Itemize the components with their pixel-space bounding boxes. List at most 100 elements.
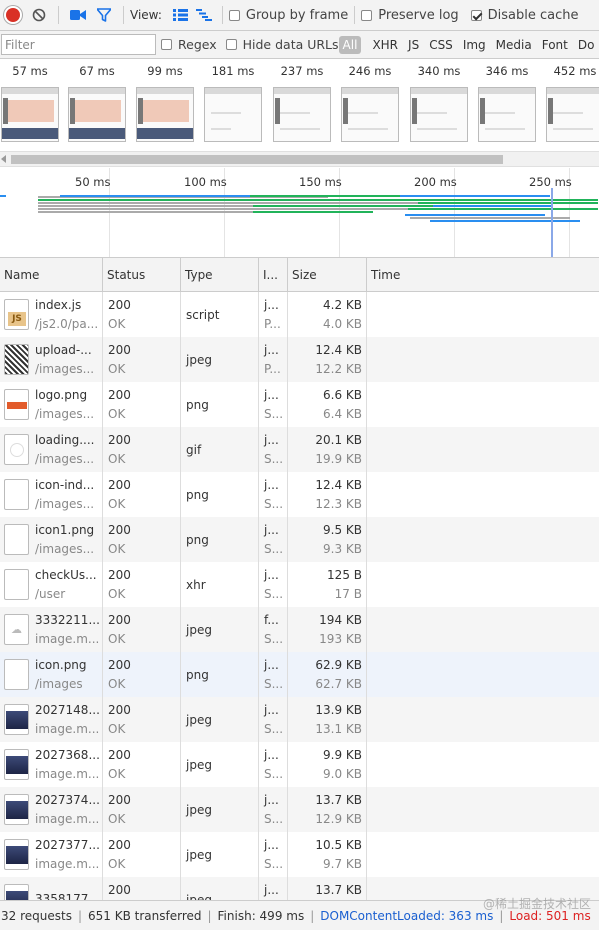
screenshots-button[interactable]: [65, 2, 91, 28]
filmstrip-frame[interactable]: 452 ms: [545, 63, 599, 142]
request-row[interactable]: upload-... /images... 200 OK jpeg j... P... 12.…: [0, 337, 599, 382]
request-row[interactable]: 2027368... image.m... 200 OK jpeg j... S... 9.9…: [0, 742, 599, 787]
hide-data-urls-checkbox[interactable]: Hide data URLs: [225, 37, 339, 52]
request-status-cell: 200 OK: [103, 742, 181, 787]
checkbox-box[interactable]: [361, 9, 373, 21]
large-rows-button[interactable]: [170, 2, 192, 28]
request-row[interactable]: icon1.png/images... 200 OK png j... S... 9.5 K…: [0, 517, 599, 562]
filmstrip-frame[interactable]: 246 ms: [340, 63, 400, 142]
initiator-link[interactable]: j...: [264, 656, 283, 675]
request-row[interactable]: index.js/js2.0/pa... 200 OK script j... P... 4…: [0, 292, 599, 337]
initiator-link[interactable]: j...: [264, 431, 283, 450]
transfer-size: 4.2 KB: [323, 298, 362, 312]
initiator-link[interactable]: j...: [264, 746, 283, 765]
waterfall-view-button[interactable]: [192, 2, 216, 28]
request-row[interactable]: 2027374... image.m... 200 OK jpeg j... S... 13.…: [0, 787, 599, 832]
filmstrip-frame[interactable]: 346 ms: [477, 63, 537, 142]
filmstrip-frame[interactable]: 67 ms: [67, 63, 127, 142]
column-header-status[interactable]: Status: [103, 258, 181, 292]
request-file-name: 2027377...: [35, 837, 100, 852]
request-row[interactable]: loading.... /images... 200 OK gif j... S... 20.…: [0, 427, 599, 472]
filter-type-css[interactable]: CSS: [424, 38, 458, 52]
column-header-type[interactable]: Type: [181, 258, 259, 292]
column-header-size[interactable]: Size: [288, 258, 367, 292]
clear-button[interactable]: [26, 2, 52, 28]
filmstrip-frame[interactable]: 237 ms: [272, 63, 332, 142]
request-initiator-cell[interactable]: j... S...: [259, 427, 288, 472]
request-row[interactable]: icon.png/images 200 OK png j... S... 62.9 KB 62…: [0, 652, 599, 697]
request-initiator-cell[interactable]: f... S...: [259, 607, 288, 652]
filmstrip-frame[interactable]: 99 ms: [135, 63, 195, 142]
filter-type-xhr[interactable]: XHR: [367, 38, 403, 52]
filter-type-media[interactable]: Media: [491, 38, 537, 52]
request-initiator-cell[interactable]: j... S...: [259, 517, 288, 562]
initiator-link[interactable]: f...: [264, 611, 283, 630]
initiator-link[interactable]: j...: [264, 521, 283, 540]
filter-toggle-button[interactable]: [91, 2, 117, 28]
request-type: png: [186, 532, 209, 547]
initiator-link[interactable]: j...: [264, 476, 283, 495]
record-button[interactable]: [0, 2, 26, 28]
initiator-link[interactable]: j...: [264, 341, 283, 360]
filter-type-all[interactable]: All: [338, 35, 362, 54]
initiator-link[interactable]: j...: [264, 296, 283, 315]
request-row[interactable]: icon-ind... /images... 200 OK png j... S... 12.…: [0, 472, 599, 517]
column-header-time[interactable]: Time: [367, 258, 599, 292]
scroll-left-icon[interactable]: [1, 155, 6, 163]
column-header-name[interactable]: Name: [0, 258, 103, 292]
request-initiator-cell[interactable]: j...: [259, 877, 288, 900]
initiator-link[interactable]: j...: [264, 701, 283, 720]
regex-checkbox[interactable]: Regex: [161, 37, 217, 52]
request-initiator-cell[interactable]: j... P...: [259, 337, 288, 382]
request-row[interactable]: logo.png/images... 200 OK png j... S... 6.6 KB…: [0, 382, 599, 427]
initiator-link[interactable]: j...: [264, 386, 283, 405]
request-initiator-cell[interactable]: j... S...: [259, 382, 288, 427]
initiator-link[interactable]: j...: [264, 836, 283, 855]
request-initiator-cell[interactable]: j... P...: [259, 292, 288, 337]
request-row[interactable]: checkUs... /user 200 OK xhr j... S... 125 B 17 B: [0, 562, 599, 607]
request-row[interactable]: 3332211... image.m... 200 OK jpeg f... S... 194…: [0, 607, 599, 652]
filter-input[interactable]: [1, 34, 156, 55]
preserve-log-checkbox[interactable]: Preserve log: [361, 8, 459, 23]
checkbox-box[interactable]: [161, 39, 172, 50]
filmstrip-scrollbar[interactable]: [0, 151, 599, 167]
checkbox-box[interactable]: [470, 9, 482, 21]
filmstrip-frame[interactable]: 340 ms: [409, 63, 469, 142]
request-initiator-cell[interactable]: j... S...: [259, 562, 288, 607]
group-by-frame-checkbox[interactable]: Group by frame: [228, 8, 348, 23]
status-code: 200: [108, 748, 131, 762]
initiator-link[interactable]: j...: [264, 566, 283, 585]
filter-type-js[interactable]: JS: [403, 38, 424, 52]
request-initiator-cell[interactable]: j... S...: [259, 652, 288, 697]
column-header-initiator[interactable]: I...: [259, 258, 288, 292]
request-initiator-cell[interactable]: j... S...: [259, 697, 288, 742]
filmstrip-frame[interactable]: 181 ms: [203, 63, 263, 142]
request-initiator-cell[interactable]: j... S...: [259, 472, 288, 517]
timeline-overview[interactable]: 50 ms 100 ms 150 ms 200 ms 250 ms: [0, 168, 599, 258]
request-initiator-cell[interactable]: j... S...: [259, 832, 288, 877]
status-text: OK: [108, 587, 126, 601]
checkbox-box[interactable]: [225, 39, 237, 50]
timeline-bar: [38, 202, 418, 204]
request-name-cell: icon-ind... /images...: [0, 472, 103, 517]
scrollbar-thumb[interactable]: [11, 155, 503, 164]
request-path: /user: [35, 586, 66, 601]
filter-type-font[interactable]: Font: [537, 38, 573, 52]
status-text: OK: [108, 362, 126, 376]
filter-type-doc[interactable]: Do: [573, 38, 599, 52]
request-initiator-cell[interactable]: j... S...: [259, 742, 288, 787]
request-initiator-cell[interactable]: j... S...: [259, 787, 288, 832]
filmstrip-frame[interactable]: 57 ms: [0, 63, 60, 142]
request-type: jpeg: [186, 622, 212, 637]
request-row[interactable]: 2027148... image.m... 200 OK jpeg j... S... 13.…: [0, 697, 599, 742]
divider: |: [207, 908, 212, 923]
initiator-link[interactable]: j...: [264, 791, 283, 810]
disable-cache-checkbox[interactable]: Disable cache: [470, 8, 579, 23]
filter-type-img[interactable]: Img: [458, 38, 491, 52]
initiator-link[interactable]: j...: [264, 881, 283, 900]
request-type: script: [186, 307, 220, 322]
request-row[interactable]: 2027377... image.m... 200 OK jpeg j... S... 10.…: [0, 832, 599, 877]
status-text: OK: [108, 812, 126, 826]
checkbox-box[interactable]: [228, 9, 240, 21]
frame-time: 67 ms: [79, 64, 115, 78]
